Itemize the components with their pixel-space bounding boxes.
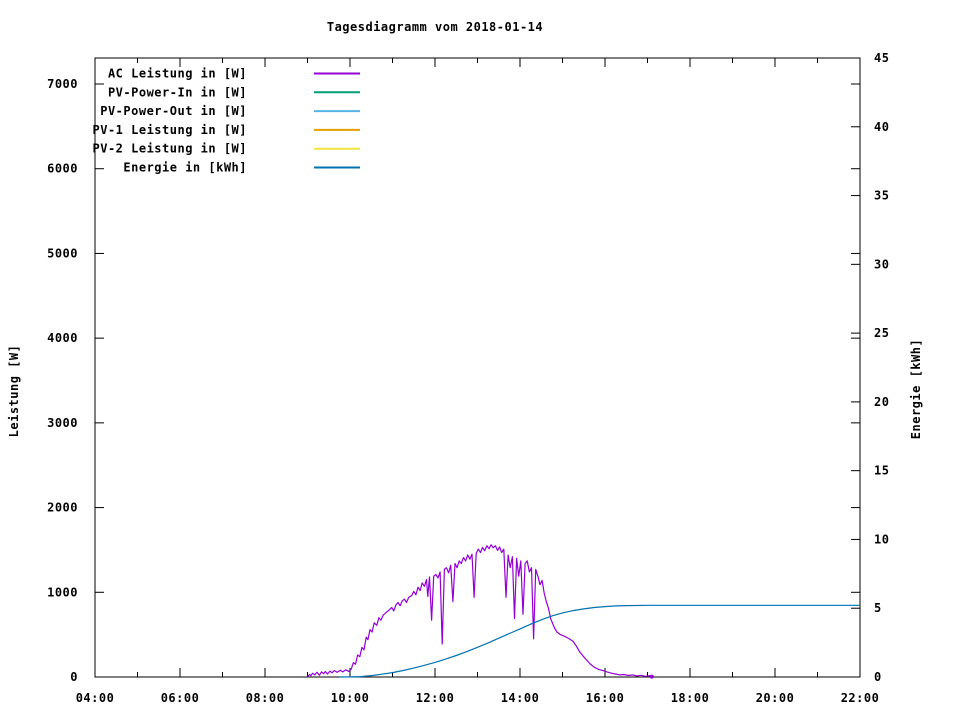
legend-label: PV-1 Leistung in [W] <box>93 123 248 137</box>
legend-label: PV-Power-In in [W] <box>108 85 247 99</box>
legend-label: Energie in [kWh] <box>123 161 247 175</box>
y2-tick-label: 0 <box>874 670 882 684</box>
y2-tick-label: 30 <box>874 257 889 271</box>
y2-tick-label: 10 <box>874 532 889 546</box>
x-tick-label: 04:00 <box>76 691 115 705</box>
y2-tick-label: 35 <box>874 189 889 203</box>
y2-tick-label: 40 <box>874 120 889 134</box>
x-tick-label: 12:00 <box>416 691 455 705</box>
y2-tick-label: 20 <box>874 395 889 409</box>
y1-tick-label: 4000 <box>47 331 78 345</box>
y2-tick-label: 15 <box>874 464 889 478</box>
x-tick-label: 10:00 <box>331 691 370 705</box>
y2-tick-label: 25 <box>874 326 889 340</box>
x-tick-label: 22:00 <box>841 691 880 705</box>
y1-tick-label: 5000 <box>47 246 78 260</box>
y2-tick-label: 5 <box>874 601 882 615</box>
x-tick-label: 08:00 <box>246 691 285 705</box>
y1-tick-label: 1000 <box>47 585 78 599</box>
y1-tick-label: 3000 <box>47 416 78 430</box>
legend-label: PV-Power-Out in [W] <box>100 104 247 118</box>
x-tick-label: 18:00 <box>671 691 710 705</box>
y1-tick-label: 2000 <box>47 501 78 515</box>
legend: AC Leistung in [W] PV-Power-In in [W] PV-P… <box>93 67 361 175</box>
y1-tick-label: 6000 <box>47 162 78 176</box>
x-tick-label: 14:00 <box>501 691 540 705</box>
x-tick-label: 16:00 <box>586 691 625 705</box>
x-tick-label: 20:00 <box>756 691 795 705</box>
y1-tick-label: 7000 <box>47 77 78 91</box>
series-energie-in-kwh- <box>339 605 860 677</box>
tagesdiagramm-chart: Tagesdiagramm vom 2018-01-14 Leistung [W… <box>0 0 960 720</box>
y2-tick-label: 45 <box>874 51 889 65</box>
y1-tick-label: 0 <box>70 670 78 684</box>
series-end-dot <box>650 675 654 679</box>
series-ac-leistung-in-w- <box>308 545 652 677</box>
x-tick-label: 06:00 <box>161 691 200 705</box>
legend-label: PV-2 Leistung in [W] <box>93 142 248 156</box>
legend-label: AC Leistung in [W] <box>108 67 247 81</box>
plot-svg: 04:00 06:00 08:00 10:00 12:00 14:00 16:00 18:00… <box>0 0 960 720</box>
